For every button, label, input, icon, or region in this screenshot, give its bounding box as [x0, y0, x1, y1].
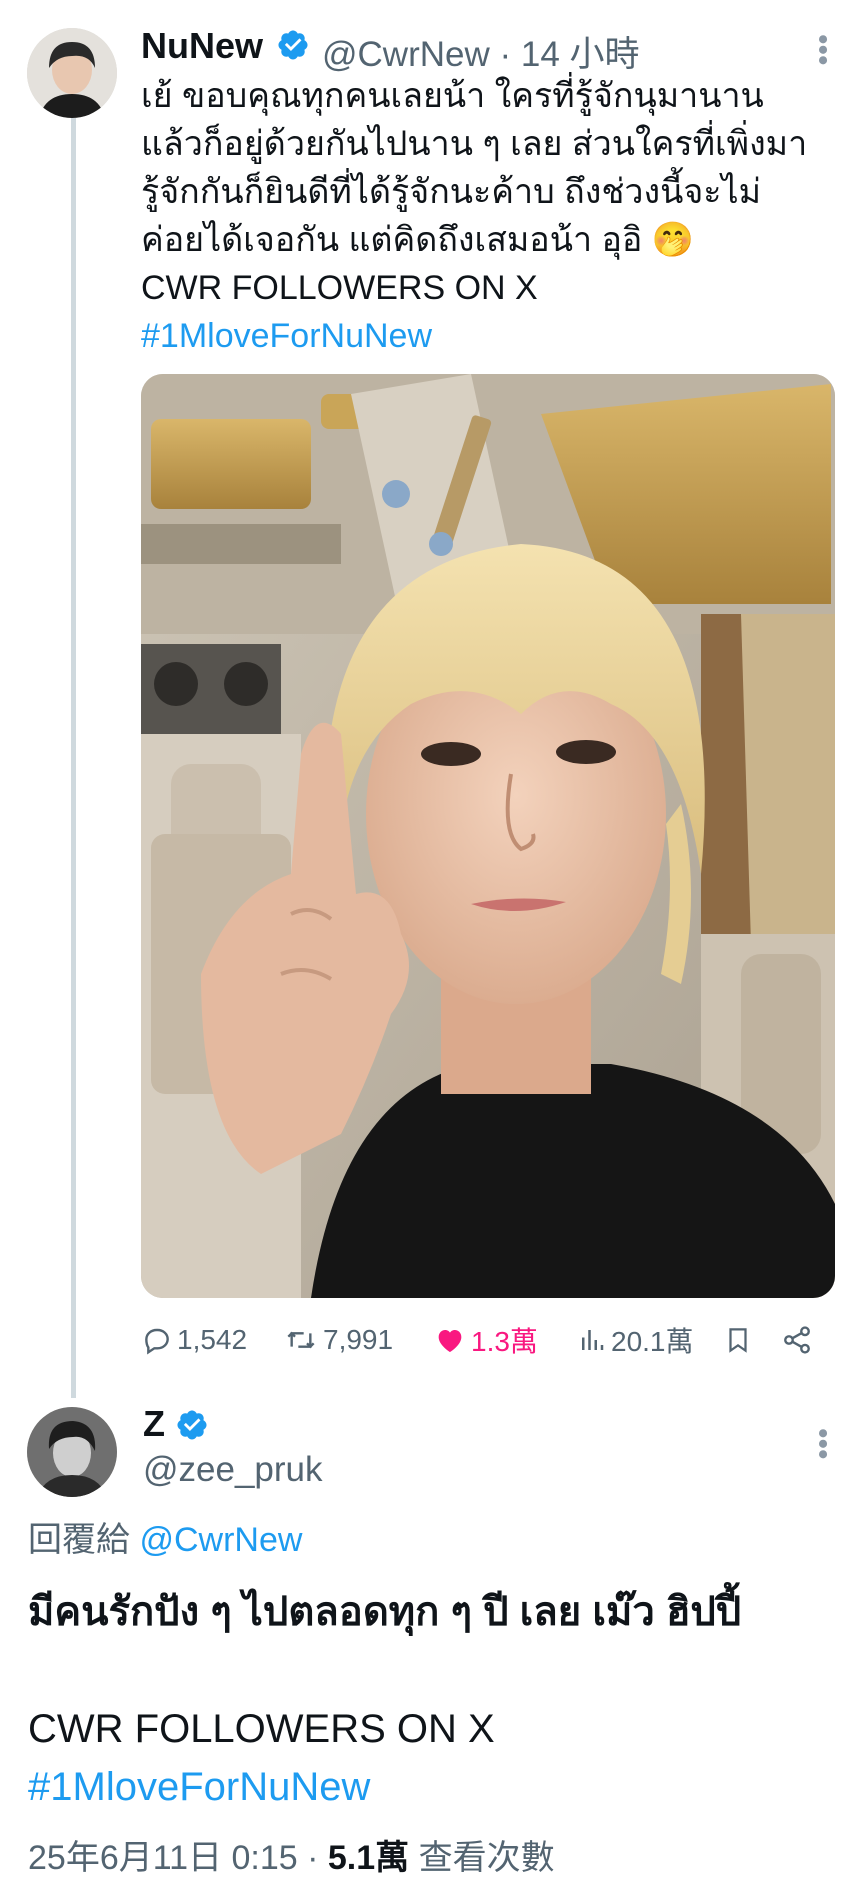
selfie-photo-illustration [141, 374, 835, 1298]
reply-icon [145, 1328, 169, 1355]
tweet-author-name[interactable]: NuNew [141, 25, 263, 67]
tweet-time[interactable]: · 14 小時 [500, 35, 640, 74]
views-icon [582, 1330, 604, 1350]
tweet-text-line: รู้จักกันก็ยินดีที่ได้รู้จักนะค้าบ ถึงช่… [141, 173, 762, 211]
tweet-author-handle[interactable]: @CwrNew · 14 小時 [322, 26, 640, 77]
reply-views-label: 查看次數 [418, 1839, 555, 1877]
more-options-icon[interactable]: ••• [806, 1428, 839, 1460]
share-icon [784, 1326, 810, 1354]
tweet-text-line-content: ค่อยได้เจอกัน แต่คิดถึงเสมอน้า อุอิ [141, 221, 643, 259]
tweet-action-bar: 1,542 7,991 1.3萬 20.1萬 [141, 1318, 821, 1362]
bookmark-icon [729, 1328, 747, 1353]
author-handle-text[interactable]: @CwrNew [322, 35, 490, 74]
reply-timestamp[interactable]: 25年6月11日 0:15 · [28, 1839, 318, 1877]
reply-views-count: 5.1萬 [327, 1839, 410, 1877]
retweet-icon [287, 1331, 315, 1349]
reply-author-name[interactable]: Z [143, 1403, 165, 1445]
zee-avatar[interactable] [27, 1407, 117, 1497]
reply-count: 1,542 [177, 1324, 248, 1355]
tweet-body: เย้ ขอบคุณทุกคนเลยน้า ใครที่รู้จักนุมานา… [141, 72, 841, 360]
replying-to-handle-link[interactable]: @CwrNew [139, 1521, 302, 1559]
tweet-text-line: แล้วก็อยู่ด้วยกันไปนาน ๆ เลย ส่วนใครที่เ… [141, 125, 808, 163]
heart-icon [438, 1330, 462, 1352]
reply-meta-line: 25年6月11日 0:15 · 5.1萬 查看次數 [28, 1830, 848, 1886]
thread-connector-line [71, 118, 76, 1398]
reply-author-handle[interactable]: @zee_pruk [143, 1450, 323, 1490]
reply-text: มีคนรักปัง ๆ ไปตลอดทุก ๆ ปี เลย เม๊ว ฮิป… [28, 1590, 742, 1634]
tweet-text-line: ค่อยได้เจอกัน แต่คิดถึงเสมอน้า อุอิ 🤭 [141, 216, 841, 264]
reply-hashtag-link[interactable]: #1MloveForNuNew [28, 1759, 848, 1815]
tweet-hashtag-link[interactable]: #1MloveForNuNew [141, 312, 841, 360]
like-button[interactable]: 1.3萬 [433, 1318, 538, 1362]
retweet-button[interactable]: 7,991 [283, 1318, 393, 1362]
bookmark-button[interactable] [723, 1318, 757, 1362]
more-options-icon[interactable]: ••• [806, 34, 839, 66]
replying-to-line: 回覆給 @CwrNew [28, 1512, 848, 1568]
nunew-avatar[interactable] [27, 28, 117, 118]
verified-badge-icon [177, 1410, 207, 1440]
retweet-count: 7,991 [323, 1324, 394, 1355]
views-button[interactable]: 20.1萬 [577, 1318, 694, 1362]
tweet-text-line: เย้ ขอบคุณทุกคนเลยน้า ใครที่รู้จักนุมานา… [141, 77, 764, 115]
face-with-hand-emoji-icon: 🤭 [651, 221, 695, 259]
reply-button[interactable]: 1,542 [141, 1318, 247, 1362]
tweet-photo[interactable] [141, 374, 835, 1298]
like-count: 1.3萬 [471, 1326, 538, 1357]
verified-badge-icon [278, 30, 308, 60]
share-button[interactable] [781, 1318, 817, 1362]
replying-to-label: 回覆給 [28, 1521, 130, 1559]
tweet-caps-line: CWR FOLLOWERS ON X [141, 269, 538, 307]
views-count: 20.1萬 [611, 1326, 694, 1357]
reply-caps-line: CWR FOLLOWERS ON X [28, 1707, 495, 1751]
